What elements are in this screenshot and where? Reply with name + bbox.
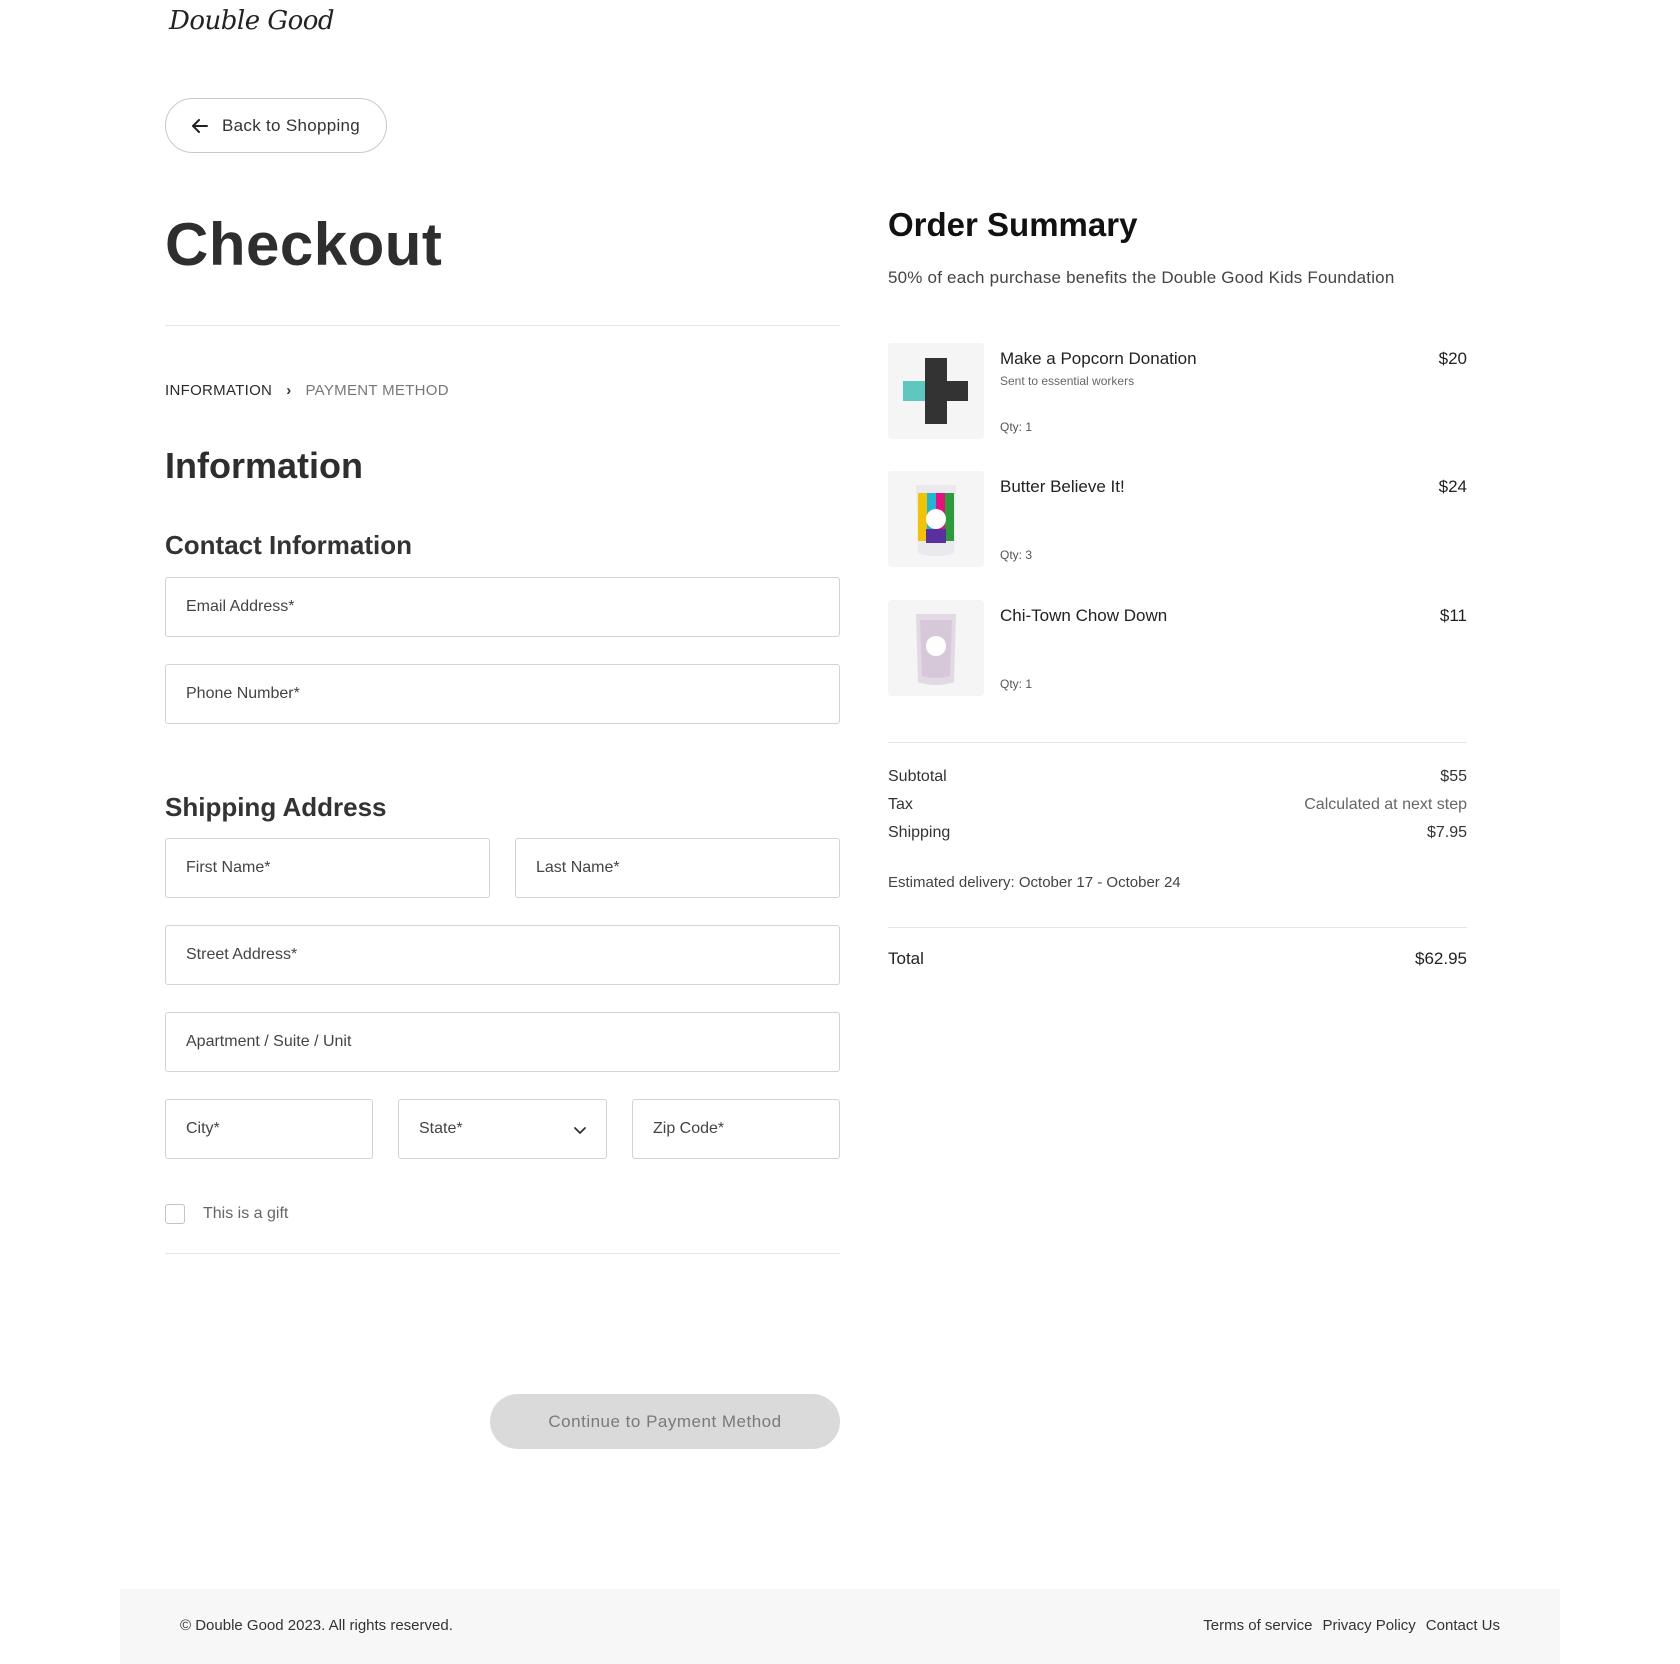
email-field[interactable] — [165, 577, 840, 637]
privacy-link[interactable]: Privacy Policy — [1322, 1617, 1415, 1634]
item-name: Make a Popcorn Donation — [1000, 349, 1197, 368]
item-note: Sent to essential workers — [1000, 374, 1135, 388]
gift-label: This is a gift — [203, 1205, 289, 1222]
apartment-input[interactable] — [186, 1013, 839, 1071]
gift-option[interactable]: This is a gift — [165, 1204, 288, 1224]
contact-link[interactable]: Contact Us — [1426, 1617, 1500, 1634]
phone-field[interactable] — [165, 664, 840, 724]
first-name-input[interactable] — [186, 839, 489, 897]
order-item: Chi-Town Chow Down Qty: 1 $11 — [888, 600, 1467, 696]
last-name-field[interactable] — [515, 838, 840, 898]
contact-information-heading: Contact Information — [165, 530, 412, 560]
shipping-row: Shipping $7.95 — [888, 824, 1467, 842]
first-name-field[interactable] — [165, 838, 490, 898]
brand-logo[interactable]: Double Good — [169, 6, 335, 36]
gift-checkbox[interactable] — [165, 1204, 185, 1224]
popcorn-bag-thumbnail — [888, 600, 984, 696]
breadcrumb-payment-method: PAYMENT METHOD — [305, 382, 449, 399]
phone-input[interactable] — [186, 665, 839, 723]
zip-code-field[interactable] — [632, 1099, 840, 1159]
back-to-shopping-button[interactable]: Back to Shopping — [165, 98, 387, 153]
tax-label: Tax — [888, 796, 913, 813]
breadcrumb: INFORMATION › PAYMENT METHOD — [165, 382, 449, 399]
divider — [165, 1253, 840, 1254]
total-label: Total — [888, 949, 924, 968]
street-address-input[interactable] — [186, 926, 839, 984]
shipping-address-heading: Shipping Address — [165, 792, 387, 822]
terms-link[interactable]: Terms of service — [1203, 1617, 1312, 1634]
last-name-input[interactable] — [536, 839, 839, 897]
email-input[interactable] — [186, 578, 839, 636]
item-price: $20 — [1438, 349, 1467, 368]
page-title: Checkout — [165, 211, 443, 278]
divider — [888, 742, 1467, 743]
subtotal-value: $55 — [1440, 768, 1467, 785]
footer: © Double Good 2023. All rights reserved.… — [120, 1589, 1560, 1664]
copyright: © Double Good 2023. All rights reserved. — [180, 1617, 453, 1634]
item-name: Butter Believe It! — [1000, 477, 1125, 496]
item-qty: Qty: 3 — [1000, 548, 1033, 562]
shipping-value: $7.95 — [1426, 824, 1467, 841]
popcorn-bag-thumbnail — [888, 471, 984, 567]
footer-links: Terms of service Privacy Policy Contact … — [1203, 1617, 1500, 1634]
total-row: Total $62.95 — [888, 949, 1467, 969]
order-item: Butter Believe It! Qty: 3 $24 — [888, 471, 1467, 567]
total-value: $62.95 — [1415, 949, 1467, 968]
city-input[interactable] — [186, 1100, 372, 1158]
item-qty: Qty: 1 — [1000, 677, 1033, 691]
street-address-field[interactable] — [165, 925, 840, 985]
order-summary-subtitle: 50% of each purchase benefits the Double… — [888, 268, 1395, 287]
divider — [165, 325, 840, 326]
state-select-value: State* — [419, 1120, 463, 1137]
tax-value: Calculated at next step — [1304, 796, 1467, 813]
order-item: Make a Popcorn Donation Sent to essentia… — [888, 343, 1467, 439]
city-field[interactable] — [165, 1099, 373, 1159]
state-select[interactable]: State* — [398, 1099, 607, 1159]
subtotal-row: Subtotal $55 — [888, 768, 1467, 786]
chevron-down-icon — [572, 1122, 588, 1138]
item-price: $11 — [1439, 606, 1467, 625]
breadcrumb-information[interactable]: INFORMATION — [165, 382, 272, 399]
zip-code-input[interactable] — [653, 1100, 839, 1158]
arrow-left-icon — [190, 116, 210, 136]
subtotal-label: Subtotal — [888, 768, 947, 785]
item-name: Chi-Town Chow Down — [1000, 606, 1168, 625]
item-qty: Qty: 1 — [1000, 420, 1033, 434]
continue-to-payment-button[interactable]: Continue to Payment Method — [490, 1394, 840, 1449]
back-to-shopping-label: Back to Shopping — [222, 115, 361, 135]
chevron-right-icon: › — [286, 382, 292, 399]
tax-row: Tax Calculated at next step — [888, 796, 1467, 814]
donation-thumbnail — [888, 343, 984, 439]
estimated-delivery: Estimated delivery: October 17 - October… — [888, 874, 1181, 891]
shipping-label: Shipping — [888, 824, 951, 841]
item-price: $24 — [1438, 477, 1467, 496]
section-title: Information — [165, 445, 363, 486]
apartment-field[interactable] — [165, 1012, 840, 1072]
divider — [888, 927, 1467, 928]
order-summary-title: Order Summary — [888, 206, 1138, 243]
